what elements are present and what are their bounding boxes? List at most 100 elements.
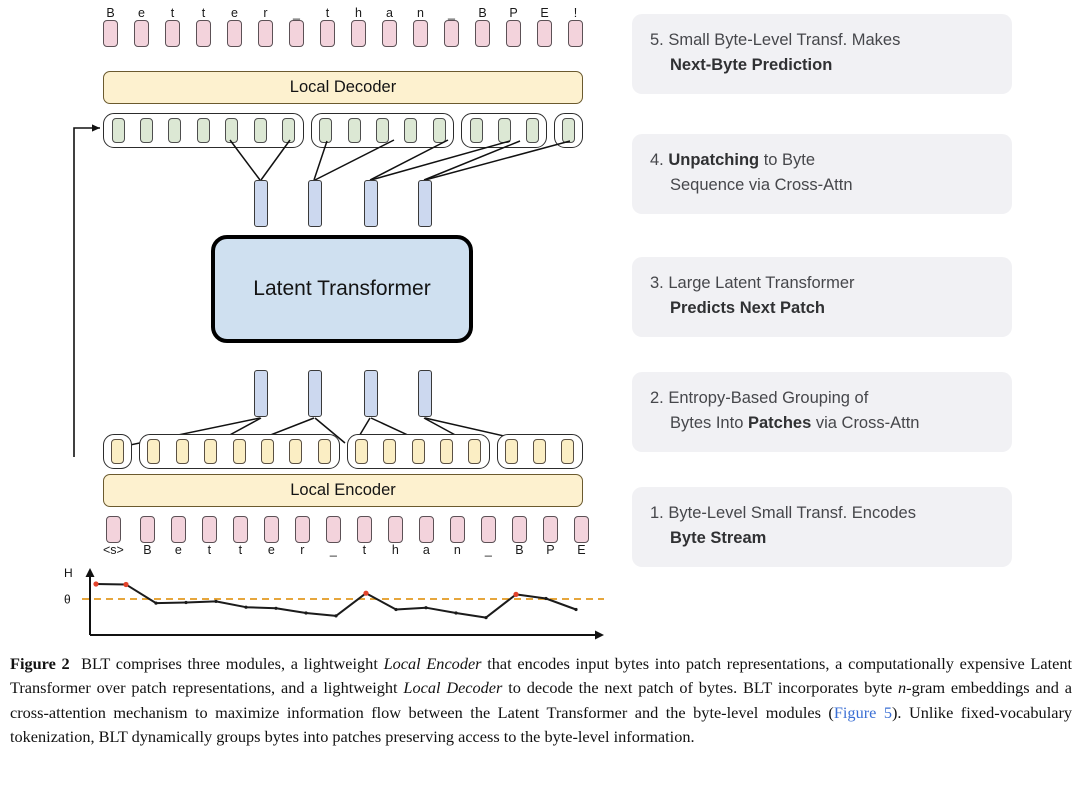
input-byte-10: a [418,516,434,557]
output-byte-10: n [413,6,428,47]
output-byte-label-9: a [386,6,393,20]
encoder-patch-token-3-2 [561,439,575,464]
output-byte-label-6: _ [293,6,300,20]
encoder-patch-token-0-0 [110,439,124,464]
decoder-patch-token-2-1 [497,118,511,143]
input-byte-token-5 [263,516,279,543]
output-byte-2: t [165,6,180,47]
output-byte-token-11 [444,20,459,47]
output-byte-3: t [196,6,211,47]
patch-vector-top-3 [418,180,432,227]
blt-architecture-diagram: Be t t e r _ t h a n _ B P E! Local Decoder [0,0,620,650]
output-byte-label-12: B [478,6,487,20]
entropy-point-6 [274,606,278,610]
encoder-patch-token-1-0 [147,439,161,464]
output-byte-token-1 [134,20,149,47]
figure-caption: Figure 2 BLT comprises three modules, a … [10,652,1072,750]
input-byte-token-14 [542,516,558,543]
input-byte-label-1: B [143,543,152,557]
input-byte-token-13 [511,516,527,543]
input-byte-token-9 [387,516,403,543]
output-byte-token-6 [289,20,304,47]
encoder-patch-token-2-3 [439,439,453,464]
input-byte-token-6 [294,516,310,543]
decoder-patch-token-2-2 [525,118,539,143]
entropy-point-8 [334,614,338,618]
output-byte-12: B [475,6,490,47]
step-card-2[interactable]: 2. Entropy-Based Grouping of Bytes Into … [632,372,1012,452]
patch-vector-top-0 [254,180,268,227]
decoder-patch-token-0-1 [140,118,154,143]
output-byte-token-3 [196,20,211,47]
encoder-patch-token-1-5 [289,439,303,464]
input-byte-label-10: a [422,543,430,557]
output-byte-15: ! [568,6,583,47]
patch-vector-bottom-3 [418,370,432,417]
input-byte-8: t [356,516,372,557]
latent-transformer-label: Latent Transformer [253,277,431,300]
input-byte-14: P [542,516,558,557]
output-byte-label-2: t [170,6,175,20]
input-byte-label-15: E [577,543,586,557]
decoder-patch-token-0-3 [196,118,210,143]
input-byte-label-7: _ [329,543,337,557]
input-byte-label-14: P [546,543,555,557]
latent-transformer-box: Latent Transformer [211,235,473,343]
step-card-1[interactable]: 1. Byte-Level Small Transf. Encodes Byte… [632,487,1012,567]
input-byte-7: _ [325,516,341,557]
step-card-4[interactable]: 4. Unpatching to Byte Sequence via Cross… [632,134,1012,214]
output-byte-1: e [134,6,149,47]
input-byte-token-3 [201,516,217,543]
entropy-point-4 [214,599,218,603]
output-byte-label-8: h [355,6,362,20]
output-byte-label-0: B [106,6,115,20]
encoder-patch-group-0 [103,434,132,469]
step-card-3[interactable]: 3. Large Latent Transformer Predicts Nex… [632,257,1012,337]
input-byte-row: <s> Be t t e r _ t h a n _ B P E [103,516,589,557]
input-byte-label-9: h [391,543,399,557]
local-decoder-label: Local Decoder [289,78,397,96]
caption-i2: Local Decoder [403,678,503,698]
input-byte-token-10 [418,516,434,543]
output-byte-token-2 [165,20,180,47]
entropy-point-12 [454,611,458,615]
entropy-point-3 [184,600,188,605]
entropy-chart: Hθ [64,566,604,640]
input-byte-label-12: _ [484,543,492,557]
decoder-patch-group-2 [461,113,548,148]
local-decoder-box: Local Decoder [103,71,583,104]
input-byte-9: h [387,516,403,557]
output-byte-token-13 [506,20,521,47]
output-byte-token-8 [351,20,366,47]
input-byte-label-13: B [515,543,524,557]
step-2-line-2: Bytes Into Patches via Cross-Attn [670,414,920,432]
output-byte-token-10 [413,20,428,47]
input-byte-label-5: e [267,543,275,557]
input-byte-token-8 [356,516,372,543]
figure-5-link[interactable]: Figure 5 [834,703,892,722]
decoder-patch-group-0 [103,113,304,148]
caption-p1: BLT comprises three modules, a lightweig… [81,654,384,673]
decoder-patch-group-3 [554,113,583,148]
input-byte-3: t [201,516,217,557]
output-byte-label-15: ! [573,6,578,20]
patch-vector-bottom-1 [308,370,322,417]
encoder-patch-token-1-2 [204,439,218,464]
step-3-line-1: 3. Large Latent Transformer [650,274,855,292]
caption-i1: Local Encoder [383,654,482,673]
step-card-5[interactable]: 5. Small Byte-Level Transf. Makes Next-B… [632,14,1012,94]
input-byte-token-1 [139,516,155,543]
encoder-patch-token-1-3 [232,439,246,464]
output-byte-label-10: n [417,6,424,20]
input-byte-label-0: <s> [103,543,124,557]
decoder-patch-token-0-6 [282,118,296,143]
step-5-line-1: 5. Small Byte-Level Transf. Makes [650,31,901,49]
output-byte-token-14 [537,20,552,47]
decoder-patch-group-1 [310,113,455,148]
encoder-patch-token-1-6 [317,439,331,464]
encoder-patch-group-1 [138,434,340,469]
output-byte-label-1: e [138,6,145,20]
step-5-line-2: Next-Byte Prediction [670,56,833,74]
encoder-patch-token-3-0 [505,439,519,464]
input-byte-label-8: t [362,543,367,557]
